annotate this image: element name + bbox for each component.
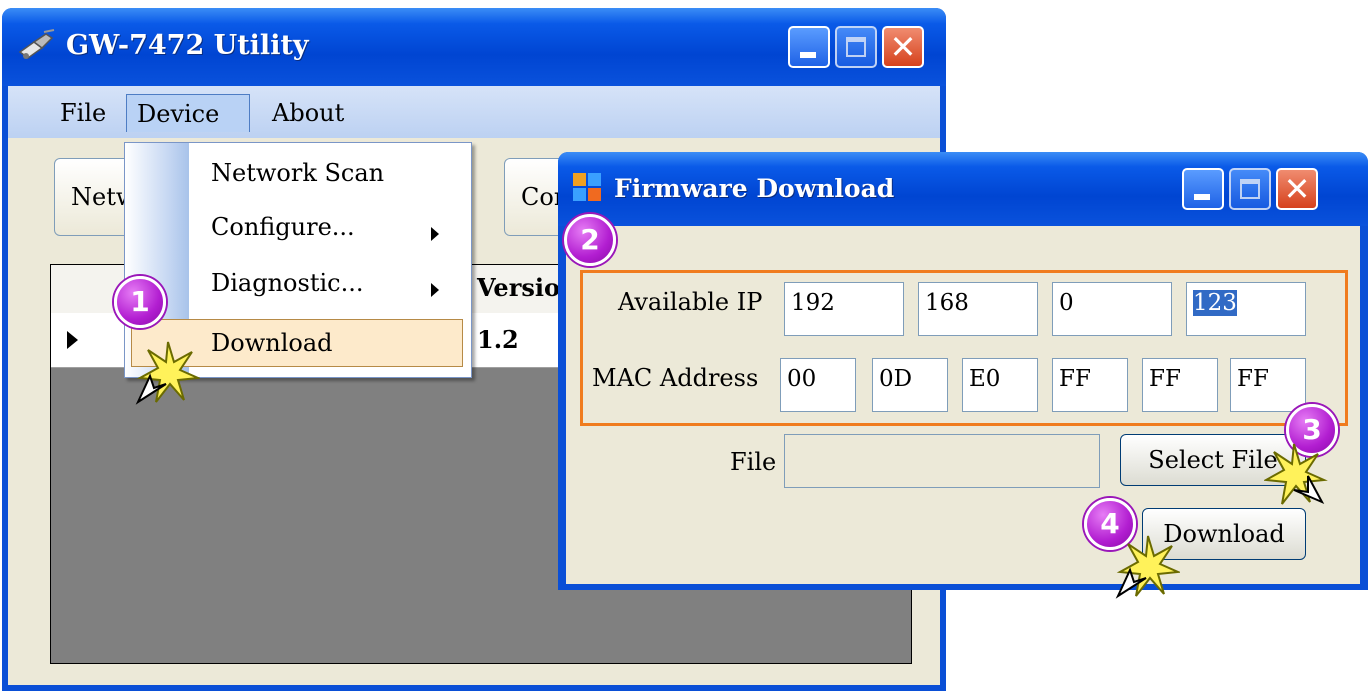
ip-octet-1-field[interactable]: 192 (784, 282, 904, 336)
firmware-download-dialog: Firmware Download ✕ Available IP 192 168… (558, 152, 1368, 590)
dialog-icon (573, 173, 601, 201)
dialog-minimize-button[interactable] (1182, 168, 1224, 210)
dialog-maximize-button[interactable] (1229, 168, 1271, 210)
dialog-title: Firmware Download (614, 174, 895, 203)
maximize-button[interactable] (835, 26, 877, 68)
menu-item-diagnostic[interactable]: Diagnostic... (211, 261, 363, 305)
ip-octet-4-field[interactable]: 123 (1186, 282, 1306, 336)
app-icon (18, 29, 55, 59)
mac-byte-6-field[interactable]: FF (1230, 358, 1306, 412)
close-icon: ✕ (1283, 170, 1311, 208)
mac-byte-3-field[interactable]: E0 (962, 358, 1038, 412)
mac-byte-2-field[interactable]: 0D (872, 358, 948, 412)
menu-item-download[interactable]: Download (211, 321, 333, 365)
click-cursor-icon (135, 341, 200, 405)
mac-byte-1-field[interactable]: 00 (780, 358, 856, 412)
version-cell: 1.2 (477, 325, 519, 354)
ip-octet-4-selection: 123 (1193, 290, 1237, 316)
minimize-button[interactable] (788, 26, 830, 68)
click-cursor-icon (1115, 535, 1180, 599)
dialog-client-area: Available IP 192 168 0 123 MAC Address 0… (566, 226, 1360, 584)
ip-octet-2-field[interactable]: 168 (918, 282, 1038, 336)
click-cursor-icon (1264, 443, 1328, 505)
ip-octet-3-field[interactable]: 0 (1052, 282, 1172, 336)
dialog-close-button[interactable]: ✕ (1276, 168, 1318, 210)
close-button[interactable]: ✕ (882, 26, 924, 68)
main-window-title: GW-7472 Utility (66, 30, 309, 61)
menu-device[interactable]: Device (126, 94, 250, 132)
mac-byte-5-field[interactable]: FF (1142, 358, 1218, 412)
menu-bar: File Device About (8, 86, 940, 138)
close-icon: ✕ (889, 28, 917, 66)
row-pointer-icon (67, 331, 78, 349)
menu-item-configure[interactable]: Configure... (211, 205, 355, 249)
maximize-icon (1240, 179, 1260, 199)
submenu-arrow-icon (431, 227, 439, 241)
menu-file[interactable]: File (50, 94, 116, 132)
file-path-field[interactable] (784, 434, 1100, 488)
available-ip-label: Available IP (618, 288, 763, 316)
submenu-arrow-icon (431, 283, 439, 297)
main-titlebar[interactable]: GW-7472 Utility ✕ (2, 8, 946, 86)
maximize-icon (846, 37, 866, 57)
mac-address-label: MAC Address (592, 364, 759, 392)
step-2-badge: 2 (564, 214, 616, 266)
minimize-icon (1194, 194, 1210, 200)
minimize-icon (800, 52, 816, 58)
file-label: File (730, 448, 777, 476)
menu-about[interactable]: About (262, 94, 354, 132)
dialog-titlebar[interactable]: Firmware Download ✕ (558, 152, 1368, 226)
mac-byte-4-field[interactable]: FF (1052, 358, 1128, 412)
menu-item-network-scan[interactable]: Network Scan (211, 151, 384, 195)
step-1-badge: 1 (114, 276, 166, 328)
